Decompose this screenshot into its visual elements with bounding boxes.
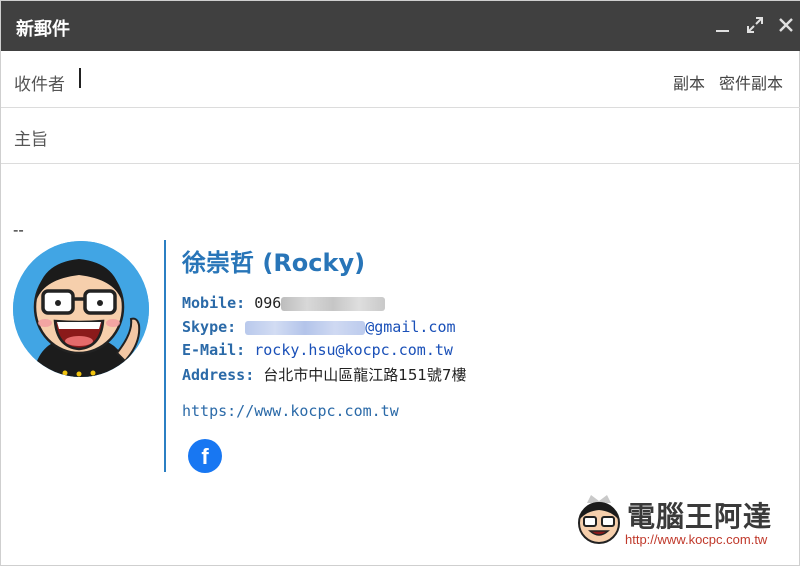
redacted-blur	[245, 320, 366, 335]
signature-name: 徐崇哲 (Rocky)	[182, 249, 366, 277]
email-label: E-Mail:	[182, 341, 246, 359]
to-label: 收件者	[14, 75, 65, 95]
bcc-button[interactable]: 密件副本	[719, 70, 783, 94]
text-caret	[79, 68, 81, 88]
watermark-logo	[573, 491, 625, 545]
signature-email: E-Mail: rocky.hsu@kocpc.com.tw	[182, 341, 453, 359]
mobile-label: Mobile:	[182, 294, 246, 312]
avatar	[13, 241, 149, 377]
compose-window: 新郵件 收件者 副本 密件副本 主旨 -- 徐崇哲 (Rocky) Mobile…	[0, 0, 800, 566]
close-icon[interactable]	[776, 15, 796, 35]
skype-value[interactable]: @gmail.com	[365, 318, 455, 336]
window-title: 新郵件	[16, 19, 70, 40]
address-label: Address:	[182, 366, 255, 384]
signature-address: Address: 台北市中山區龍江路151號7樓	[182, 364, 466, 385]
signature-mobile: Mobile: 096	[182, 294, 386, 312]
recipients-field[interactable]: 收件者 副本 密件副本	[1, 51, 800, 108]
expand-icon[interactable]	[745, 15, 765, 35]
cc-button[interactable]: 副本	[673, 70, 705, 94]
redacted-blur	[281, 296, 386, 311]
compose-titlebar: 新郵件	[1, 1, 800, 51]
skype-label: Skype:	[182, 318, 237, 336]
mobile-value: 096	[254, 294, 282, 312]
minimize-icon[interactable]	[713, 15, 733, 35]
website-link[interactable]: https://www.kocpc.com.tw	[182, 402, 399, 420]
facebook-icon[interactable]: f	[188, 439, 222, 473]
signature-skype: Skype: @gmail.com	[182, 318, 456, 336]
subject-field[interactable]: 主旨	[1, 108, 800, 164]
address-value: 台北市中山區龍江路151號7樓	[263, 366, 467, 384]
watermark-brand: 電腦王阿達	[627, 500, 773, 533]
subject-label: 主旨	[14, 130, 48, 150]
watermark-url: http://www.kocpc.com.tw	[625, 532, 768, 547]
signature-separator: --	[13, 221, 24, 239]
email-link[interactable]: rocky.hsu@kocpc.com.tw	[254, 341, 453, 359]
signature-divider	[164, 240, 166, 472]
